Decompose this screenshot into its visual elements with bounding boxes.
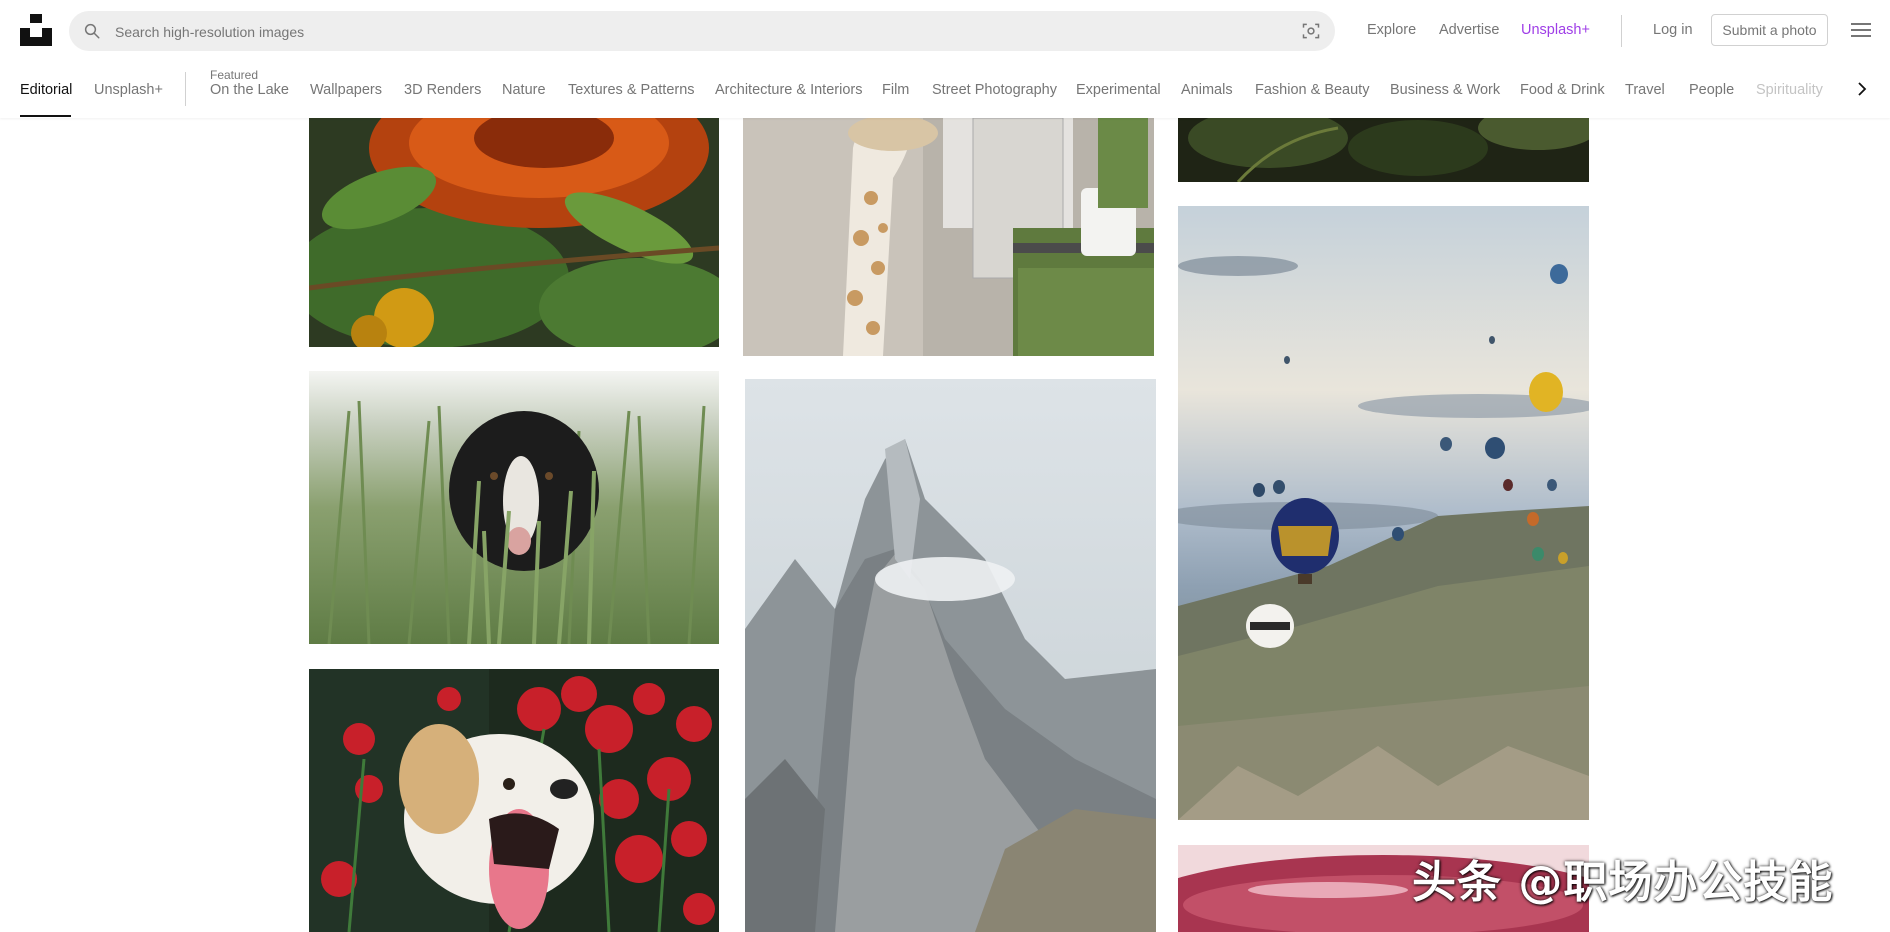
topic-spirituality[interactable]: Spirituality	[1756, 82, 1823, 98]
chevron-right-icon[interactable]	[1854, 81, 1870, 97]
photo-foliage[interactable]	[1178, 118, 1589, 182]
search-bar[interactable]	[69, 11, 1335, 53]
topic-architecture-interiors[interactable]: Architecture & Interiors	[715, 82, 862, 98]
unsplash-logo-icon[interactable]	[20, 14, 52, 46]
topic-unsplash-plus[interactable]: Unsplash+	[94, 82, 163, 98]
search-icon[interactable]	[83, 22, 101, 40]
submit-photo-button[interactable]: Submit a photo	[1711, 14, 1828, 46]
header-divider	[1621, 15, 1622, 47]
photo-dog-in-grass[interactable]	[309, 371, 719, 644]
photo-dog-red-flowers[interactable]	[309, 669, 719, 932]
topic-business-work[interactable]: Business & Work	[1390, 82, 1500, 98]
topic-animals[interactable]: Animals	[1181, 82, 1233, 98]
hamburger-menu-icon[interactable]	[1851, 22, 1871, 38]
login-link[interactable]: Log in	[1653, 22, 1693, 38]
visual-search-icon[interactable]	[1301, 21, 1321, 41]
featured-label: Featured	[210, 68, 259, 82]
topic-3d-renders[interactable]: 3D Renders	[404, 82, 481, 98]
search-input[interactable]	[113, 11, 1267, 53]
unsplash-plus-link[interactable]: Unsplash+	[1521, 22, 1590, 38]
photo-flower[interactable]	[309, 118, 719, 347]
topic-experimental[interactable]: Experimental	[1076, 82, 1161, 98]
photo-giraffe-toy[interactable]	[743, 118, 1154, 356]
topic-editorial[interactable]: Editorial	[20, 82, 72, 98]
topic-wallpapers[interactable]: Wallpapers	[310, 82, 382, 98]
site-header: Explore Advertise Unsplash+ Log in Submi…	[0, 0, 1890, 118]
topic-travel[interactable]: Travel	[1625, 82, 1665, 98]
active-topic-indicator	[20, 115, 71, 117]
topic-people[interactable]: People	[1689, 82, 1734, 98]
topics-bar: Editorial Unsplash+ Featured On the Lake…	[0, 62, 1890, 118]
topics-divider	[185, 72, 186, 106]
topic-on-the-lake[interactable]: On the Lake	[210, 82, 289, 98]
watermark-text: 头条 @职场办公技能	[1412, 857, 1834, 908]
photo-mountain-peaks[interactable]	[745, 379, 1156, 932]
topic-film[interactable]: Film	[882, 82, 909, 98]
topic-food-drink[interactable]: Food & Drink	[1520, 82, 1605, 98]
photo-hot-air-balloons[interactable]	[1178, 206, 1589, 820]
topic-fashion-beauty[interactable]: Fashion & Beauty	[1255, 82, 1369, 98]
explore-link[interactable]: Explore	[1367, 22, 1416, 38]
topic-nature[interactable]: Nature	[502, 82, 546, 98]
topic-street-photography[interactable]: Street Photography	[932, 82, 1057, 98]
topic-textures-patterns[interactable]: Textures & Patterns	[568, 82, 695, 98]
advertise-link[interactable]: Advertise	[1439, 22, 1499, 38]
